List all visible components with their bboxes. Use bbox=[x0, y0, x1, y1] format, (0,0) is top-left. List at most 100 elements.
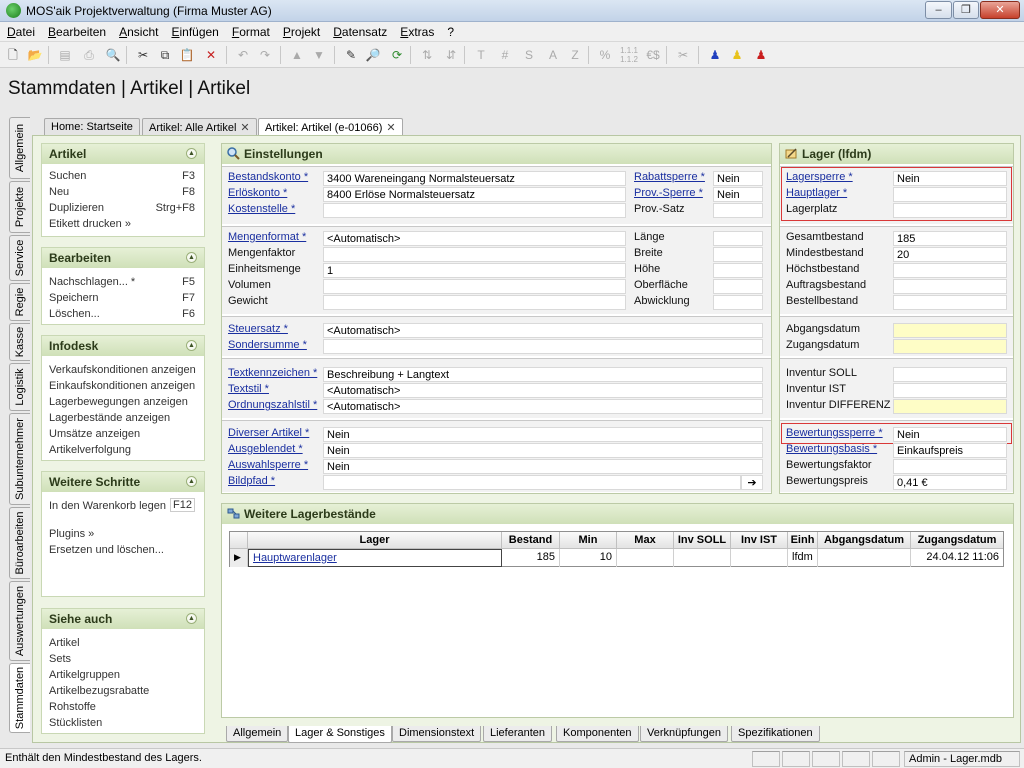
tab-home-startseite[interactable]: Home: Startseite bbox=[44, 118, 140, 135]
label-sondersumme[interactable]: Sondersumme * bbox=[228, 339, 307, 351]
menu-bearbeiten[interactable]: Bearbeiten bbox=[41, 22, 112, 39]
field-prov-satz[interactable] bbox=[713, 203, 763, 218]
sidebar-item-sets[interactable]: Sets bbox=[42, 651, 204, 667]
cell-inv-ist[interactable] bbox=[731, 549, 788, 567]
cell-min[interactable]: 10 bbox=[560, 549, 617, 567]
minimize-button[interactable]: – bbox=[925, 1, 952, 19]
sidebar-item-lagerbewegungen[interactable]: Lagerbewegungen anzeigen bbox=[42, 394, 204, 410]
field-lagersperre[interactable]: Nein bbox=[893, 171, 1007, 186]
field-mengenformat[interactable]: <Automatisch> bbox=[323, 231, 626, 246]
sidebar-item-warenkorb[interactable]: In den Warenkorb legen F12 bbox=[42, 498, 204, 514]
label-textstil[interactable]: Textstil * bbox=[228, 383, 269, 395]
field-bewertungsbasis[interactable]: Einkaufspreis bbox=[893, 443, 1007, 458]
sidebar-item-plugins[interactable]: Plugins » bbox=[42, 526, 204, 542]
cell-inv-soll[interactable] bbox=[674, 549, 731, 567]
vtab-logistik[interactable]: Logistik bbox=[9, 363, 30, 411]
sidebar-item-stuecklisten[interactable]: Stücklisten bbox=[42, 715, 204, 731]
tab-artikel-e01066[interactable]: Artikel: Artikel (e-01066) ✕ bbox=[258, 118, 403, 136]
field-auswahlsperre[interactable]: Nein bbox=[323, 459, 763, 474]
field-mindestbestand[interactable]: 20 bbox=[893, 247, 1007, 262]
field-lagerplatz[interactable] bbox=[893, 203, 1007, 218]
field-erloeskonto[interactable]: 8400 Erlöse Normalsteuersatz bbox=[323, 187, 626, 202]
label-auswahlsperre[interactable]: Auswahlsperre * bbox=[228, 459, 308, 471]
tools-icon[interactable]: ✂ bbox=[674, 46, 692, 64]
field-hoehe[interactable] bbox=[713, 263, 763, 278]
field-textkennzeichen[interactable]: Beschreibung + Langtext bbox=[323, 367, 763, 382]
sum-format-icon[interactable]: S bbox=[520, 46, 538, 64]
vtab-regie[interactable]: Regie bbox=[9, 283, 30, 321]
sidebar-item-neu[interactable]: Neu F8 bbox=[42, 184, 204, 200]
label-erloeskonto[interactable]: Erlöskonto * bbox=[228, 187, 287, 199]
percent-icon[interactable]: % bbox=[596, 46, 614, 64]
number-format-icon[interactable]: # bbox=[496, 46, 514, 64]
vtab-kasse[interactable]: Kasse bbox=[9, 323, 30, 361]
field-sondersumme[interactable] bbox=[323, 339, 763, 354]
print-icon[interactable]: ⎙ bbox=[80, 46, 98, 64]
collapse-icon[interactable]: ▲ bbox=[186, 476, 197, 487]
field-inventur-soll[interactable] bbox=[893, 367, 1007, 382]
field-bewertungsfaktor[interactable] bbox=[893, 459, 1007, 474]
maximize-button[interactable]: ❐ bbox=[953, 1, 979, 19]
label-hauptlager[interactable]: Hauptlager * bbox=[786, 187, 847, 199]
vtab-allgemein[interactable]: Allgemein bbox=[9, 117, 30, 179]
field-rabattsperre[interactable]: Nein bbox=[713, 171, 763, 186]
move-up-icon[interactable]: ▲ bbox=[288, 46, 306, 64]
menu-help[interactable]: ? bbox=[440, 22, 460, 39]
label-textkennzeichen[interactable]: Textkennzeichen * bbox=[228, 367, 317, 379]
numbering-icon[interactable]: 1.1.1 1.1.2 bbox=[620, 46, 638, 64]
sidebar-item-etikett-drucken[interactable]: Etikett drucken » bbox=[42, 216, 204, 232]
label-steuersatz[interactable]: Steuersatz * bbox=[228, 323, 288, 335]
field-bestandskonto[interactable]: 3400 Wareneingang Normalsteuersatz bbox=[323, 171, 626, 186]
refresh-icon[interactable]: ⟳ bbox=[388, 46, 406, 64]
sidebar-item-suchen[interactable]: Suchen F3 bbox=[42, 168, 204, 184]
sidebar-item-duplizieren[interactable]: Duplizieren Strg+F8 bbox=[42, 200, 204, 216]
label-bildpfad[interactable]: Bildpfad * bbox=[228, 475, 275, 487]
sidebar-item-umsaetze[interactable]: Umsätze anzeigen bbox=[42, 426, 204, 442]
sort-icon[interactable]: ⇅ bbox=[418, 46, 436, 64]
column-header-bestand[interactable]: Bestand bbox=[502, 532, 560, 549]
redo-icon[interactable]: ↷ bbox=[256, 46, 274, 64]
label-kostenstelle[interactable]: Kostenstelle * bbox=[228, 203, 295, 215]
cell-abgangsdatum[interactable] bbox=[818, 549, 911, 567]
label-rabattsperre[interactable]: Rabattsperre * bbox=[634, 171, 705, 183]
menu-datensatz[interactable]: Datensatz bbox=[326, 22, 393, 39]
label-diverser-artikel[interactable]: Diverser Artikel * bbox=[228, 427, 309, 439]
close-button[interactable]: ✕ bbox=[980, 1, 1020, 19]
sidebar-item-artikelgruppen[interactable]: Artikelgruppen bbox=[42, 667, 204, 683]
sidebar-item-artikelbezugsrabatte[interactable]: Artikelbezugsrabatte bbox=[42, 683, 204, 699]
collapse-icon[interactable]: ▲ bbox=[186, 340, 197, 351]
menu-extras[interactable]: Extras bbox=[393, 22, 440, 39]
label-bestandskonto[interactable]: Bestandskonto * bbox=[228, 171, 308, 183]
new-document-icon[interactable]: 🗋 bbox=[4, 46, 22, 64]
field-bestellbestand[interactable] bbox=[893, 295, 1007, 310]
delete-icon[interactable]: ✕ bbox=[202, 46, 220, 64]
vtab-subunternehmer[interactable]: Subunternehmer bbox=[9, 413, 30, 505]
field-diverser-artikel[interactable]: Nein bbox=[323, 427, 763, 442]
bottom-tab-verknuepfungen[interactable]: Verknüpfungen bbox=[640, 726, 729, 742]
field-bildpfad[interactable] bbox=[323, 475, 741, 490]
field-ausgeblendet[interactable]: Nein bbox=[323, 443, 763, 458]
sidebar-item-nachschlagen[interactable]: Nachschlagen... * F5 bbox=[42, 274, 204, 290]
menu-projekt[interactable]: Projekt bbox=[276, 22, 326, 39]
find-icon[interactable]: 🔎 bbox=[364, 46, 382, 64]
field-bewertungssperre[interactable]: Nein bbox=[893, 427, 1007, 442]
vtab-stammdaten[interactable]: Stammdaten bbox=[9, 663, 30, 733]
undo-icon[interactable]: ↶ bbox=[234, 46, 252, 64]
menu-format[interactable]: Format bbox=[225, 22, 276, 39]
z-format-icon[interactable]: Z bbox=[566, 46, 584, 64]
vtab-projekte[interactable]: Projekte bbox=[9, 181, 30, 233]
field-bewertungspreis[interactable]: 0,41 € bbox=[893, 475, 1007, 490]
column-header-abgangsdatum[interactable]: Abgangsdatum bbox=[818, 532, 911, 549]
label-ordnungszahlstil[interactable]: Ordnungszahlstil * bbox=[228, 399, 317, 411]
field-abgangsdatum[interactable] bbox=[893, 323, 1007, 338]
close-icon[interactable]: ✕ bbox=[386, 122, 395, 134]
column-header-zugangsdatum[interactable]: Zugangsdatum bbox=[911, 532, 1003, 549]
vtab-bueroarbeiten[interactable]: Büroarbeiten bbox=[9, 507, 30, 579]
bottom-tab-spezifikationen[interactable]: Spezifikationen bbox=[731, 726, 820, 742]
sidebar-item-verkaufskonditionen[interactable]: Verkaufskonditionen anzeigen bbox=[42, 362, 204, 378]
column-header-inv-ist[interactable]: Inv IST bbox=[731, 532, 788, 549]
bottom-tab-allgemein[interactable]: Allgemein bbox=[226, 726, 289, 742]
cell-einh[interactable]: lfdm bbox=[788, 549, 818, 567]
menu-einfuegen[interactable]: Einfügen bbox=[164, 22, 224, 39]
field-oberflaeche[interactable] bbox=[713, 279, 763, 294]
